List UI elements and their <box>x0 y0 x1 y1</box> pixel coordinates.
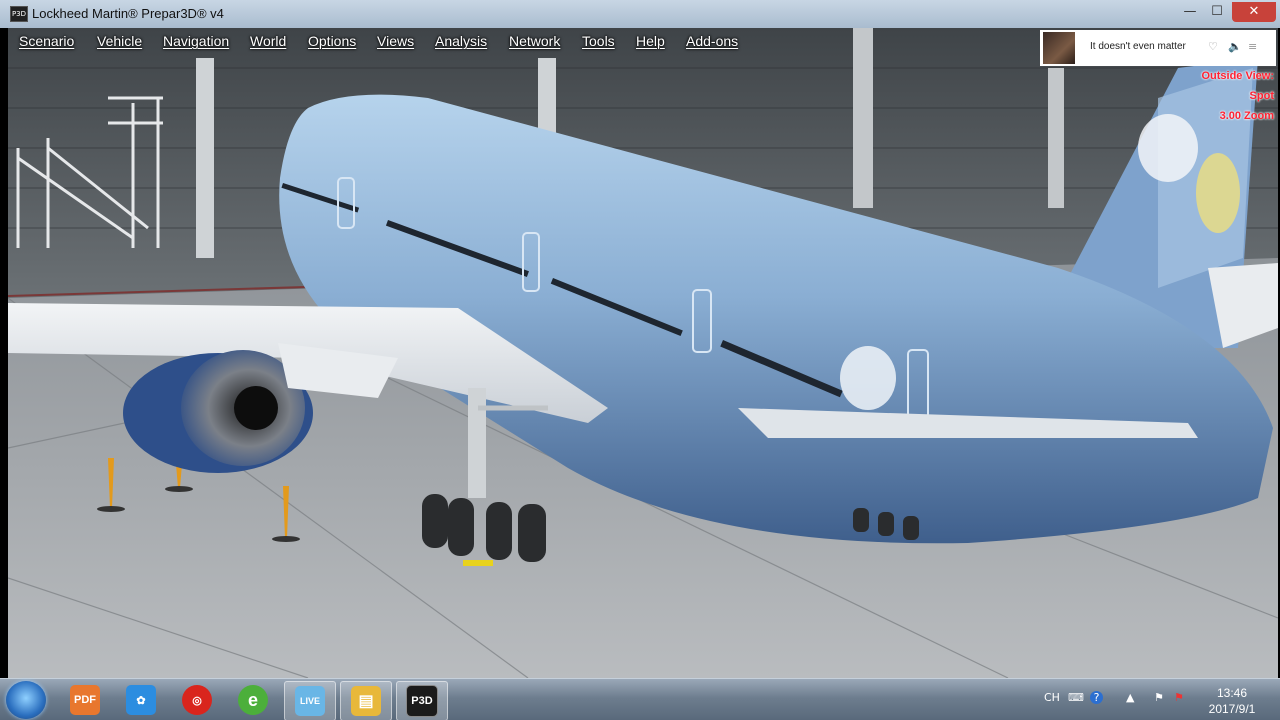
help-icon[interactable]: ? <box>1090 691 1103 704</box>
netease-music-icon: ◎ <box>182 685 212 715</box>
heart-icon[interactable]: ♡ <box>1208 40 1218 53</box>
live-icon: LIVE <box>295 686 325 716</box>
pdf-app-button[interactable]: PDF <box>60 681 110 719</box>
app-icon: P3D <box>10 6 28 22</box>
baidu-icon: ✿ <box>126 685 156 715</box>
menu-addons[interactable]: Add-ons <box>686 33 738 49</box>
pdf-icon: PDF <box>70 685 100 715</box>
view-type-label: Spot <box>1249 90 1274 102</box>
clock-time: 13:46 <box>1216 686 1248 700</box>
baidu-app-button[interactable]: ✿ <box>116 681 166 719</box>
network-icon[interactable]: ⚑ <box>1154 691 1164 704</box>
p3d-button[interactable]: P3D <box>396 681 448 720</box>
album-cover[interactable] <box>1043 32 1075 64</box>
simulator-viewport[interactable] <box>8 28 1278 678</box>
view-mode-label: Outside View: <box>1201 70 1274 82</box>
keyboard-icon[interactable]: ⌨ <box>1068 691 1084 704</box>
live-app-button[interactable]: LIVE <box>284 681 336 720</box>
browser-button[interactable]: e <box>228 681 278 719</box>
song-title: It doesn't even matter <box>1090 41 1186 52</box>
start-button[interactable] <box>6 681 46 719</box>
netease-music-button[interactable]: ◎ <box>172 681 222 719</box>
language-indicator[interactable]: CH <box>1044 691 1060 704</box>
p3d-icon: P3D <box>406 685 438 717</box>
zoom-label: 3.00 Zoom <box>1219 110 1274 122</box>
show-hidden-icons[interactable]: ▲ <box>1126 691 1134 704</box>
menu-vehicle[interactable]: Vehicle <box>97 33 142 49</box>
minimize-button[interactable]: — <box>1176 2 1204 22</box>
volume-icon[interactable]: 🔈 <box>1228 40 1242 53</box>
action-center-icon[interactable]: ⚑ <box>1174 691 1184 704</box>
menu-help[interactable]: Help <box>636 33 665 49</box>
menu-bar: Scenario Vehicle Navigation World Option… <box>8 28 1038 55</box>
explorer-button[interactable]: ▤ <box>340 681 392 720</box>
window-title-bar[interactable]: P3D Lockheed Martin® Prepar3D® v4 — ☐ ✕ <box>0 0 1280 28</box>
browser-icon: e <box>238 685 268 715</box>
menu-network[interactable]: Network <box>509 33 560 49</box>
view-info-overlay: Outside View: Spot 3.00 Zoom <box>1201 66 1274 126</box>
hangar-scene <box>8 28 1278 678</box>
music-player-widget[interactable]: It doesn't even matter ♡ 🔈 ≡ <box>1040 30 1276 66</box>
taskbar: PDF ✿ ◎ e LIVE ▤ P3D CH ⌨ ? ▲ ⚑ ⚑ 13:46 … <box>0 678 1280 720</box>
playlist-icon[interactable]: ≡ <box>1248 40 1257 53</box>
close-button[interactable]: ✕ <box>1232 2 1276 22</box>
window-title: Lockheed Martin® Prepar3D® v4 <box>32 6 224 21</box>
clock-date: 2017/9/1 <box>1208 702 1256 716</box>
maximize-button[interactable]: ☐ <box>1204 2 1230 22</box>
screen: P3D Lockheed Martin® Prepar3D® v4 — ☐ ✕ <box>0 0 1280 720</box>
menu-scenario[interactable]: Scenario <box>19 33 74 49</box>
menu-tools[interactable]: Tools <box>582 33 615 49</box>
menu-options[interactable]: Options <box>308 33 356 49</box>
menu-world[interactable]: World <box>250 33 286 49</box>
menu-analysis[interactable]: Analysis <box>435 33 487 49</box>
menu-navigation[interactable]: Navigation <box>163 33 229 49</box>
menu-views[interactable]: Views <box>377 33 414 49</box>
taskbar-clock[interactable]: 13:46 2017/9/1 <box>1196 685 1268 717</box>
folder-icon: ▤ <box>351 686 381 716</box>
